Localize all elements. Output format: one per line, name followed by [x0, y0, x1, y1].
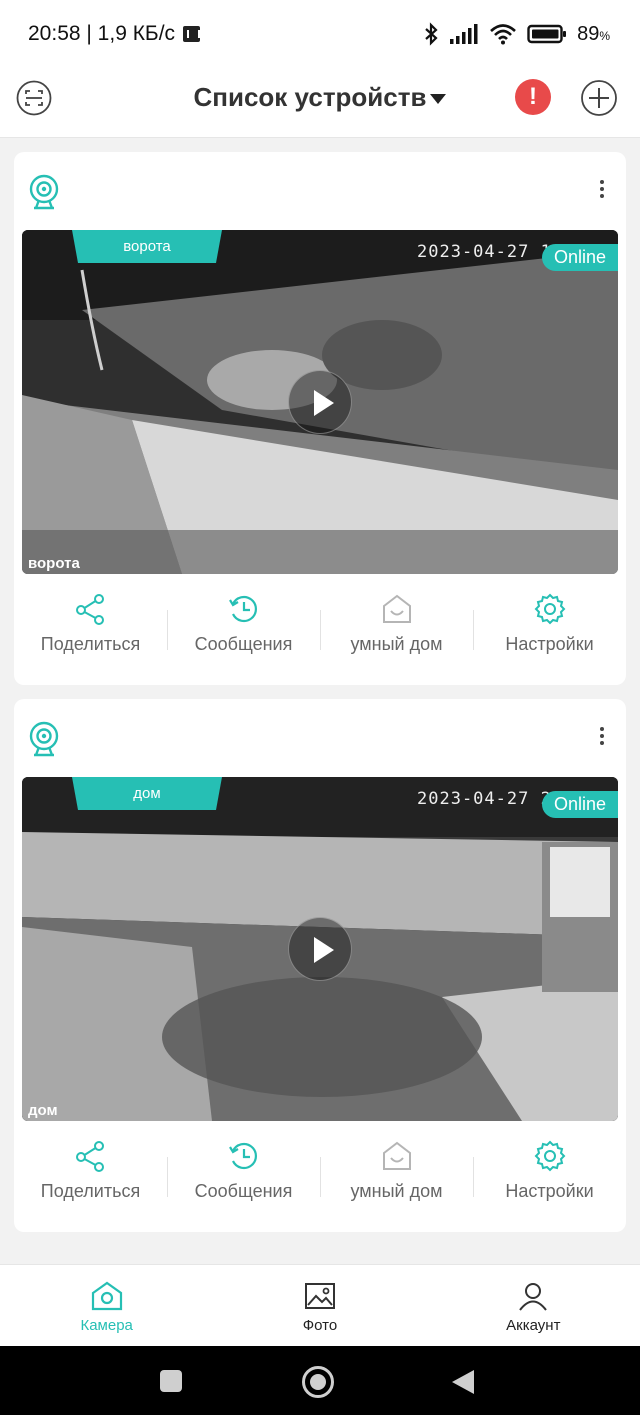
smart-home-button[interactable]: умный дом — [320, 592, 473, 672]
camera-device-icon — [29, 721, 59, 757]
nav-photo-label: Фото — [302, 1317, 338, 1334]
settings-label: Настройки — [505, 1181, 594, 1201]
alert-icon[interactable]: ! — [515, 79, 551, 115]
bluetooth-icon — [425, 22, 438, 46]
messages-button[interactable]: Сообщения — [167, 1139, 320, 1219]
status-right: 89% — [423, 22, 610, 46]
battery-icon — [527, 24, 567, 44]
system-nav-bar — [0, 1346, 640, 1415]
smart-home-icon — [382, 594, 411, 623]
messages-button[interactable]: Сообщения — [167, 592, 320, 672]
page-title-text: Список устройств — [193, 82, 427, 112]
recents-icon[interactable] — [160, 1370, 182, 1392]
device-name-tab: ворота — [72, 230, 222, 263]
camera-device-icon — [29, 174, 59, 210]
battery-level: 89% — [577, 22, 610, 45]
photo-nav-icon — [304, 1283, 335, 1309]
share-icon — [75, 594, 104, 625]
settings-icon — [534, 1140, 565, 1172]
nav-photo[interactable]: Фото — [213, 1265, 426, 1346]
more-icon[interactable] — [592, 180, 612, 204]
smart-home-button[interactable]: умный дом — [320, 1139, 473, 1219]
add-icon[interactable] — [580, 79, 618, 117]
account-nav-icon — [519, 1283, 548, 1311]
device-actions: Поделиться Сообщения умный дом Настройки — [14, 1139, 626, 1219]
device-card: дом 2023-04-27 20 Online дом Поделиться … — [14, 699, 626, 1232]
camera-nav-icon — [91, 1281, 122, 1311]
nav-camera[interactable]: Камера — [0, 1265, 213, 1346]
status-badge: Online — [541, 791, 618, 818]
smart-home-icon — [382, 1141, 411, 1170]
smart-home-label: умный дом — [350, 634, 443, 654]
messages-label: Сообщения — [194, 634, 293, 654]
device-card: ворота 2023-04-27 12 Online ворота Подел… — [14, 152, 626, 685]
more-icon[interactable] — [592, 727, 612, 751]
home-icon[interactable] — [302, 1366, 334, 1398]
status-bar: 20:58 | 1,9 КБ/с 89% — [0, 0, 640, 68]
nav-camera-label: Камера — [80, 1317, 133, 1334]
messages-icon — [228, 595, 257, 623]
device-actions: Поделиться Сообщения умный дом Настройки — [14, 592, 626, 672]
bottom-nav: Камера Фото Аккаунт — [0, 1264, 640, 1346]
chevron-down-icon — [430, 94, 447, 105]
share-label: Поделиться — [40, 1181, 141, 1201]
wifi-icon — [490, 24, 516, 45]
app-notification-icon — [183, 26, 201, 42]
share-icon — [75, 1141, 104, 1172]
share-label: Поделиться — [40, 634, 141, 654]
smart-home-label: умный дом — [350, 1181, 443, 1201]
settings-label: Настройки — [505, 634, 594, 654]
device-name-tab: дом — [72, 777, 222, 810]
settings-button[interactable]: Настройки — [473, 1139, 626, 1219]
nav-account[interactable]: Аккаунт — [427, 1265, 640, 1346]
app-header: Список устройств ! — [0, 68, 640, 138]
signal-icon — [450, 24, 478, 44]
play-icon[interactable] — [288, 917, 352, 981]
settings-button[interactable]: Настройки — [473, 592, 626, 672]
back-icon[interactable] — [452, 1370, 474, 1394]
status-badge: Online — [541, 244, 618, 271]
osd-device-name: ворота — [28, 555, 80, 572]
status-left: 20:58 | 1,9 КБ/с — [28, 22, 201, 46]
osd-device-name: дом — [28, 1102, 58, 1119]
nav-account-label: Аккаунт — [506, 1317, 561, 1334]
messages-label: Сообщения — [194, 1181, 293, 1201]
camera-preview[interactable]: ворота 2023-04-27 12 Online ворота — [22, 230, 618, 574]
share-button[interactable]: Поделиться — [14, 592, 167, 672]
time-and-speed: 20:58 | 1,9 КБ/с — [28, 22, 176, 45]
play-icon[interactable] — [288, 370, 352, 434]
share-button[interactable]: Поделиться — [14, 1139, 167, 1219]
camera-preview[interactable]: дом 2023-04-27 20 Online дом — [22, 777, 618, 1121]
messages-icon — [228, 1142, 257, 1170]
settings-icon — [534, 593, 565, 625]
